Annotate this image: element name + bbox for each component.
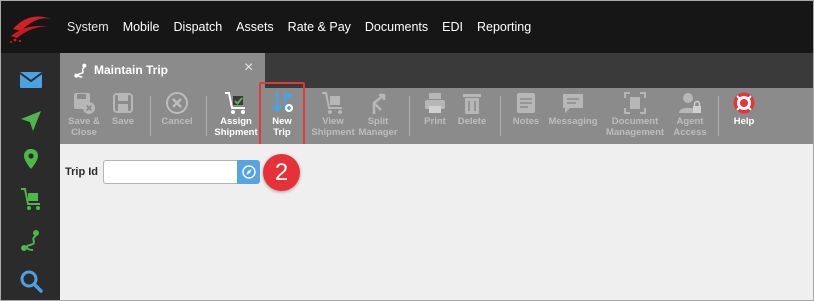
save-icon bbox=[113, 93, 133, 113]
new-trip-icon bbox=[272, 92, 293, 113]
messaging-label: Messaging bbox=[548, 116, 598, 127]
cancel-icon bbox=[166, 92, 188, 114]
app-logo-icon bbox=[10, 16, 51, 43]
agent-access-label: Agent Access bbox=[673, 116, 707, 138]
app-window: System Mobile Dispatch Assets Rate & Pay… bbox=[0, 0, 814, 301]
document-management-button[interactable]: Document Management bbox=[606, 89, 664, 143]
document-management-label: Document Management bbox=[605, 116, 665, 138]
trip-lookup-button[interactable] bbox=[237, 160, 260, 184]
help-label: Help bbox=[733, 116, 755, 127]
cancel-button[interactable]: Cancel bbox=[158, 89, 196, 143]
trip-id-input[interactable] bbox=[103, 160, 237, 184]
print-button[interactable]: Print bbox=[418, 89, 452, 143]
split-manager-icon bbox=[372, 93, 386, 114]
new-trip-label: New Trip bbox=[272, 116, 292, 138]
main-menu: System Mobile Dispatch Assets Rate & Pay… bbox=[60, 1, 538, 53]
document-scan-icon bbox=[624, 92, 646, 114]
notes-button[interactable]: Notes bbox=[508, 89, 544, 143]
user-lock-icon bbox=[679, 93, 701, 113]
menu-edi[interactable]: EDI bbox=[435, 20, 470, 34]
sidebar-item-search[interactable] bbox=[16, 267, 46, 295]
trash-icon bbox=[463, 94, 481, 114]
notes-icon bbox=[517, 93, 535, 113]
trip-route-icon bbox=[74, 63, 87, 78]
sidebar-item-shipments[interactable] bbox=[16, 185, 46, 213]
toolbar-divider bbox=[718, 96, 719, 136]
mail-icon bbox=[19, 72, 43, 88]
lifebuoy-icon bbox=[733, 92, 755, 114]
search-icon bbox=[20, 270, 43, 293]
toolbar-divider bbox=[150, 96, 151, 136]
sidebar-item-trips[interactable] bbox=[16, 227, 46, 255]
help-button[interactable]: Help bbox=[727, 89, 761, 143]
menu-assets[interactable]: Assets bbox=[229, 20, 281, 34]
save-button[interactable]: Save bbox=[106, 89, 140, 143]
shipment-cart-icon bbox=[21, 188, 40, 210]
trip-route-icon bbox=[21, 230, 39, 251]
sidebar-item-navigation[interactable] bbox=[16, 107, 46, 135]
delete-button[interactable]: Delete bbox=[454, 89, 490, 143]
view-shipment-icon bbox=[322, 92, 342, 114]
menu-reporting[interactable]: Reporting bbox=[470, 20, 538, 34]
print-icon bbox=[425, 93, 445, 113]
save-label: Save bbox=[111, 116, 135, 127]
save-close-button[interactable]: Save & Close bbox=[64, 89, 104, 143]
toolbar-divider bbox=[409, 96, 410, 136]
chat-bubble-icon bbox=[563, 94, 583, 113]
assign-shipment-label: Assign Shipment bbox=[214, 116, 258, 138]
menu-documents[interactable]: Documents bbox=[358, 20, 435, 34]
toolbar-divider bbox=[206, 96, 207, 136]
save-close-label: Save & Close bbox=[68, 116, 100, 138]
view-shipment-label: View Shipment bbox=[311, 116, 355, 138]
toolbar: Save & Close Save Cancel Assign Shipment… bbox=[60, 88, 813, 144]
sidebar-item-mail[interactable] bbox=[16, 66, 46, 94]
menu-dispatch[interactable]: Dispatch bbox=[167, 20, 230, 34]
messaging-button[interactable]: Messaging bbox=[548, 89, 598, 143]
toolbar-divider bbox=[500, 96, 501, 136]
left-sidebar bbox=[1, 53, 60, 300]
menu-rate-pay[interactable]: Rate & Pay bbox=[281, 20, 358, 34]
sidebar-item-location[interactable] bbox=[16, 145, 46, 173]
view-shipment-button[interactable]: View Shipment bbox=[310, 89, 356, 143]
agent-access-button[interactable]: Agent Access bbox=[668, 89, 712, 143]
split-manager-button[interactable]: Split Manager bbox=[356, 89, 400, 143]
new-trip-button[interactable]: New Trip bbox=[263, 89, 301, 143]
print-label: Print bbox=[424, 116, 446, 127]
trip-id-label: Trip Id bbox=[65, 166, 98, 178]
assign-shipment-button[interactable]: Assign Shipment bbox=[213, 89, 259, 143]
navigation-arrow-icon bbox=[21, 111, 41, 131]
save-close-icon bbox=[74, 93, 95, 114]
top-navigation-bar: System Mobile Dispatch Assets Rate & Pay… bbox=[1, 1, 813, 53]
step-number-badge: 2 bbox=[263, 154, 300, 191]
delete-label: Delete bbox=[457, 116, 487, 127]
assign-shipment-icon bbox=[225, 92, 245, 114]
compass-icon bbox=[241, 165, 256, 179]
menu-system[interactable]: System bbox=[60, 20, 116, 34]
map-pin-icon bbox=[24, 149, 38, 169]
notes-label: Notes bbox=[512, 116, 540, 127]
cancel-label: Cancel bbox=[161, 116, 193, 127]
menu-mobile[interactable]: Mobile bbox=[116, 20, 167, 34]
close-icon[interactable]: × bbox=[244, 59, 253, 77]
tab-title: Maintain Trip bbox=[94, 63, 169, 77]
split-manager-label: Split Manager bbox=[358, 116, 398, 138]
tab-maintain-trip[interactable]: Maintain Trip × bbox=[60, 53, 265, 88]
